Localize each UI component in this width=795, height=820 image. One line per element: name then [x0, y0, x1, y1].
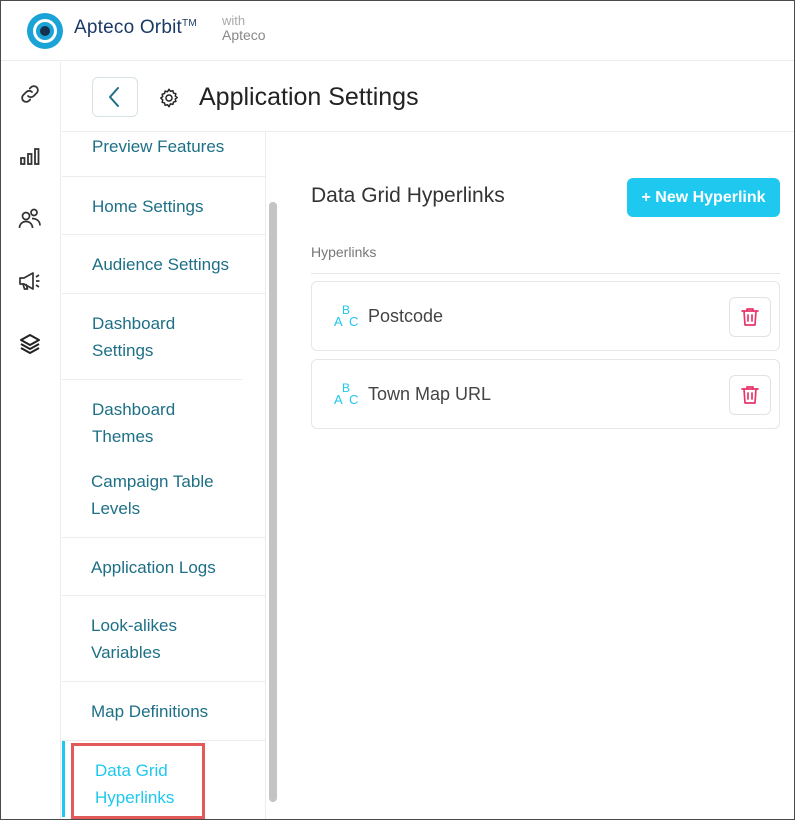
- trash-icon: [741, 386, 759, 404]
- nav-item-dashboard-themes[interactable]: Dashboard Themes: [62, 380, 242, 452]
- nav-scrollbar[interactable]: [269, 202, 277, 802]
- new-hyperlink-button[interactable]: + New Hyperlink: [627, 178, 780, 217]
- app-window: Apteco OrbitTM with Apteco Application S…: [0, 0, 795, 820]
- megaphone-icon[interactable]: [16, 267, 44, 295]
- hyperlink-row[interactable]: A B C Postcode: [311, 281, 780, 351]
- settings-nav: Preview Features Home Settings Audience …: [62, 132, 266, 819]
- back-button[interactable]: [92, 77, 138, 117]
- gear-icon: [160, 88, 178, 108]
- top-bar: Apteco OrbitTM with Apteco: [1, 1, 794, 61]
- nav-item-map-definitions[interactable]: Map Definitions: [62, 682, 265, 741]
- hyperlinks-label: Hyperlinks: [311, 244, 377, 260]
- svg-text:C: C: [349, 392, 358, 406]
- hyperlink-row[interactable]: A B C Town Map URL: [311, 359, 780, 429]
- icon-rail: [1, 62, 61, 819]
- section-title: Data Grid Hyperlinks: [311, 184, 505, 207]
- chevron-left-icon: [109, 87, 119, 107]
- hyperlink-name: Postcode: [368, 306, 444, 326]
- layers-icon[interactable]: [16, 330, 44, 358]
- text-variable-icon: A B C: [334, 381, 358, 406]
- nav-item-preview-features[interactable]: Preview Features: [62, 132, 265, 177]
- apteco-logo-icon[interactable]: [27, 13, 63, 49]
- brand-name: Apteco OrbitTM: [74, 17, 197, 38]
- nav-item-data-grid-hyperlinks[interactable]: Data Grid Hyperlinks: [62, 741, 265, 817]
- page-header: Application Settings: [62, 62, 794, 132]
- page-title: Application Settings: [199, 83, 419, 111]
- divider: [311, 273, 780, 274]
- delete-button[interactable]: [729, 297, 771, 337]
- text-variable-icon: A B C: [334, 303, 358, 328]
- hyperlink-name: Town Map URL: [368, 384, 492, 404]
- svg-text:C: C: [349, 314, 358, 328]
- nav-item-application-logs[interactable]: Application Logs: [62, 538, 265, 596]
- nav-item-look-alikes-variables[interactable]: Look-alikes Variables: [62, 596, 265, 682]
- nav-item-campaign-table-levels[interactable]: Campaign Table Levels: [62, 452, 265, 538]
- people-icon[interactable]: [16, 205, 44, 233]
- bar-chart-icon[interactable]: [16, 142, 44, 170]
- nav-item-audience-settings[interactable]: Audience Settings: [62, 235, 265, 294]
- nav-item-dashboard-settings[interactable]: Dashboard Settings: [62, 294, 242, 380]
- delete-button[interactable]: [729, 375, 771, 415]
- with-apteco: with Apteco: [222, 13, 266, 43]
- trash-icon: [741, 308, 759, 326]
- nav-item-home-settings[interactable]: Home Settings: [62, 177, 265, 235]
- link-icon[interactable]: [16, 80, 44, 108]
